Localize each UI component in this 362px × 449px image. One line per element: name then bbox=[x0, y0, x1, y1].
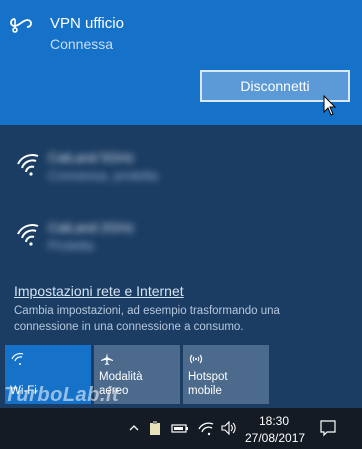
quick-action-hotspot[interactable]: Hotspot mobile bbox=[183, 345, 269, 404]
hotspot-icon bbox=[189, 354, 203, 364]
network-name: CatLand 2GHz bbox=[48, 220, 134, 235]
chevron-up-icon[interactable] bbox=[128, 420, 140, 436]
airplane-icon bbox=[101, 353, 113, 365]
vpn-status: Connessa bbox=[50, 36, 114, 52]
volume-icon[interactable] bbox=[221, 420, 237, 436]
network-status: Protetta bbox=[48, 238, 94, 253]
taskbar-clock-date[interactable]: 27/08/2017 bbox=[245, 431, 305, 445]
wifi-icon bbox=[11, 352, 24, 365]
network-flyout: VPN ufficio Connessa Disconnetti CatLand… bbox=[0, 0, 362, 408]
network-settings-link[interactable]: Impostazioni rete e Internet bbox=[14, 283, 184, 299]
vpn-icon bbox=[10, 18, 32, 33]
network-settings-description: Cambia impostazioni, ad esempio trasform… bbox=[14, 305, 280, 333]
wifi-signal-icon bbox=[17, 153, 39, 176]
watermark-logo: TurboLab.it bbox=[4, 384, 120, 406]
mouse-cursor-icon bbox=[323, 95, 337, 116]
taskbar-clock-time[interactable]: 18:30 bbox=[259, 414, 289, 428]
vpn-connection-panel[interactable]: VPN ufficio Connessa Disconnetti bbox=[0, 0, 362, 125]
wifi-signal-icon bbox=[17, 223, 39, 246]
taskbar: 18:30 27/08/2017 bbox=[0, 408, 362, 449]
network-name: CatLand 5GHz bbox=[48, 150, 134, 165]
network-status: Connessa, protetta bbox=[48, 168, 158, 183]
vpn-name: VPN ufficio bbox=[50, 15, 124, 32]
battery-icon[interactable] bbox=[171, 420, 189, 436]
clipboard-icon[interactable] bbox=[149, 420, 161, 436]
network-item-2[interactable]: CatLand 2GHz Protetta bbox=[0, 210, 362, 270]
network-item-1[interactable]: CatLand 5GHz Connessa, protetta bbox=[0, 140, 362, 200]
action-center-icon[interactable] bbox=[319, 419, 337, 437]
vpn-network-icon[interactable] bbox=[198, 420, 214, 436]
quick-action-label: Hotspot mobile bbox=[188, 371, 228, 397]
